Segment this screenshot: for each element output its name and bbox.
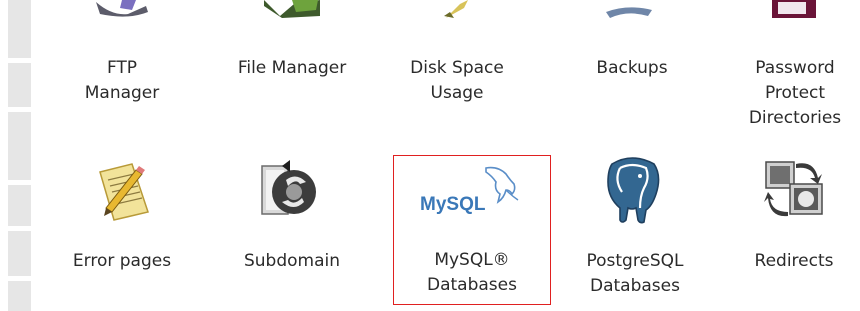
- disk-space-icon: [440, 0, 480, 18]
- redirects-label: Redirects: [754, 251, 834, 271]
- file-manager-label: File Manager: [237, 58, 347, 78]
- redirects-icon: [760, 154, 832, 224]
- subdomain-label: Subdomain: [243, 251, 341, 271]
- file-manager-icon: [262, 0, 322, 18]
- backups-label: Backups: [596, 58, 668, 78]
- error-pages-icon: [92, 158, 156, 222]
- postgresql-databases-label: PostgreSQL Databases: [586, 251, 684, 296]
- password-protect-icon: [770, 0, 820, 20]
- cpanel-icon-grid: FTP Manager File Manager Disk Space Usag…: [0, 0, 860, 311]
- ftp-icon: [92, 0, 152, 18]
- subdomain-icon: [256, 156, 322, 222]
- ftp-manager-label: FTP Manager: [84, 58, 160, 103]
- mysql-highlight-box: [393, 155, 551, 305]
- password-protect-directories-label: Password Protect Directories: [748, 58, 842, 128]
- left-strip: [8, 0, 31, 311]
- error-pages-label: Error pages: [72, 251, 172, 271]
- backups-icon: [604, 0, 654, 18]
- postgresql-elephant-icon: [600, 154, 666, 224]
- disk-space-usage-label: Disk Space Usage: [410, 58, 504, 103]
